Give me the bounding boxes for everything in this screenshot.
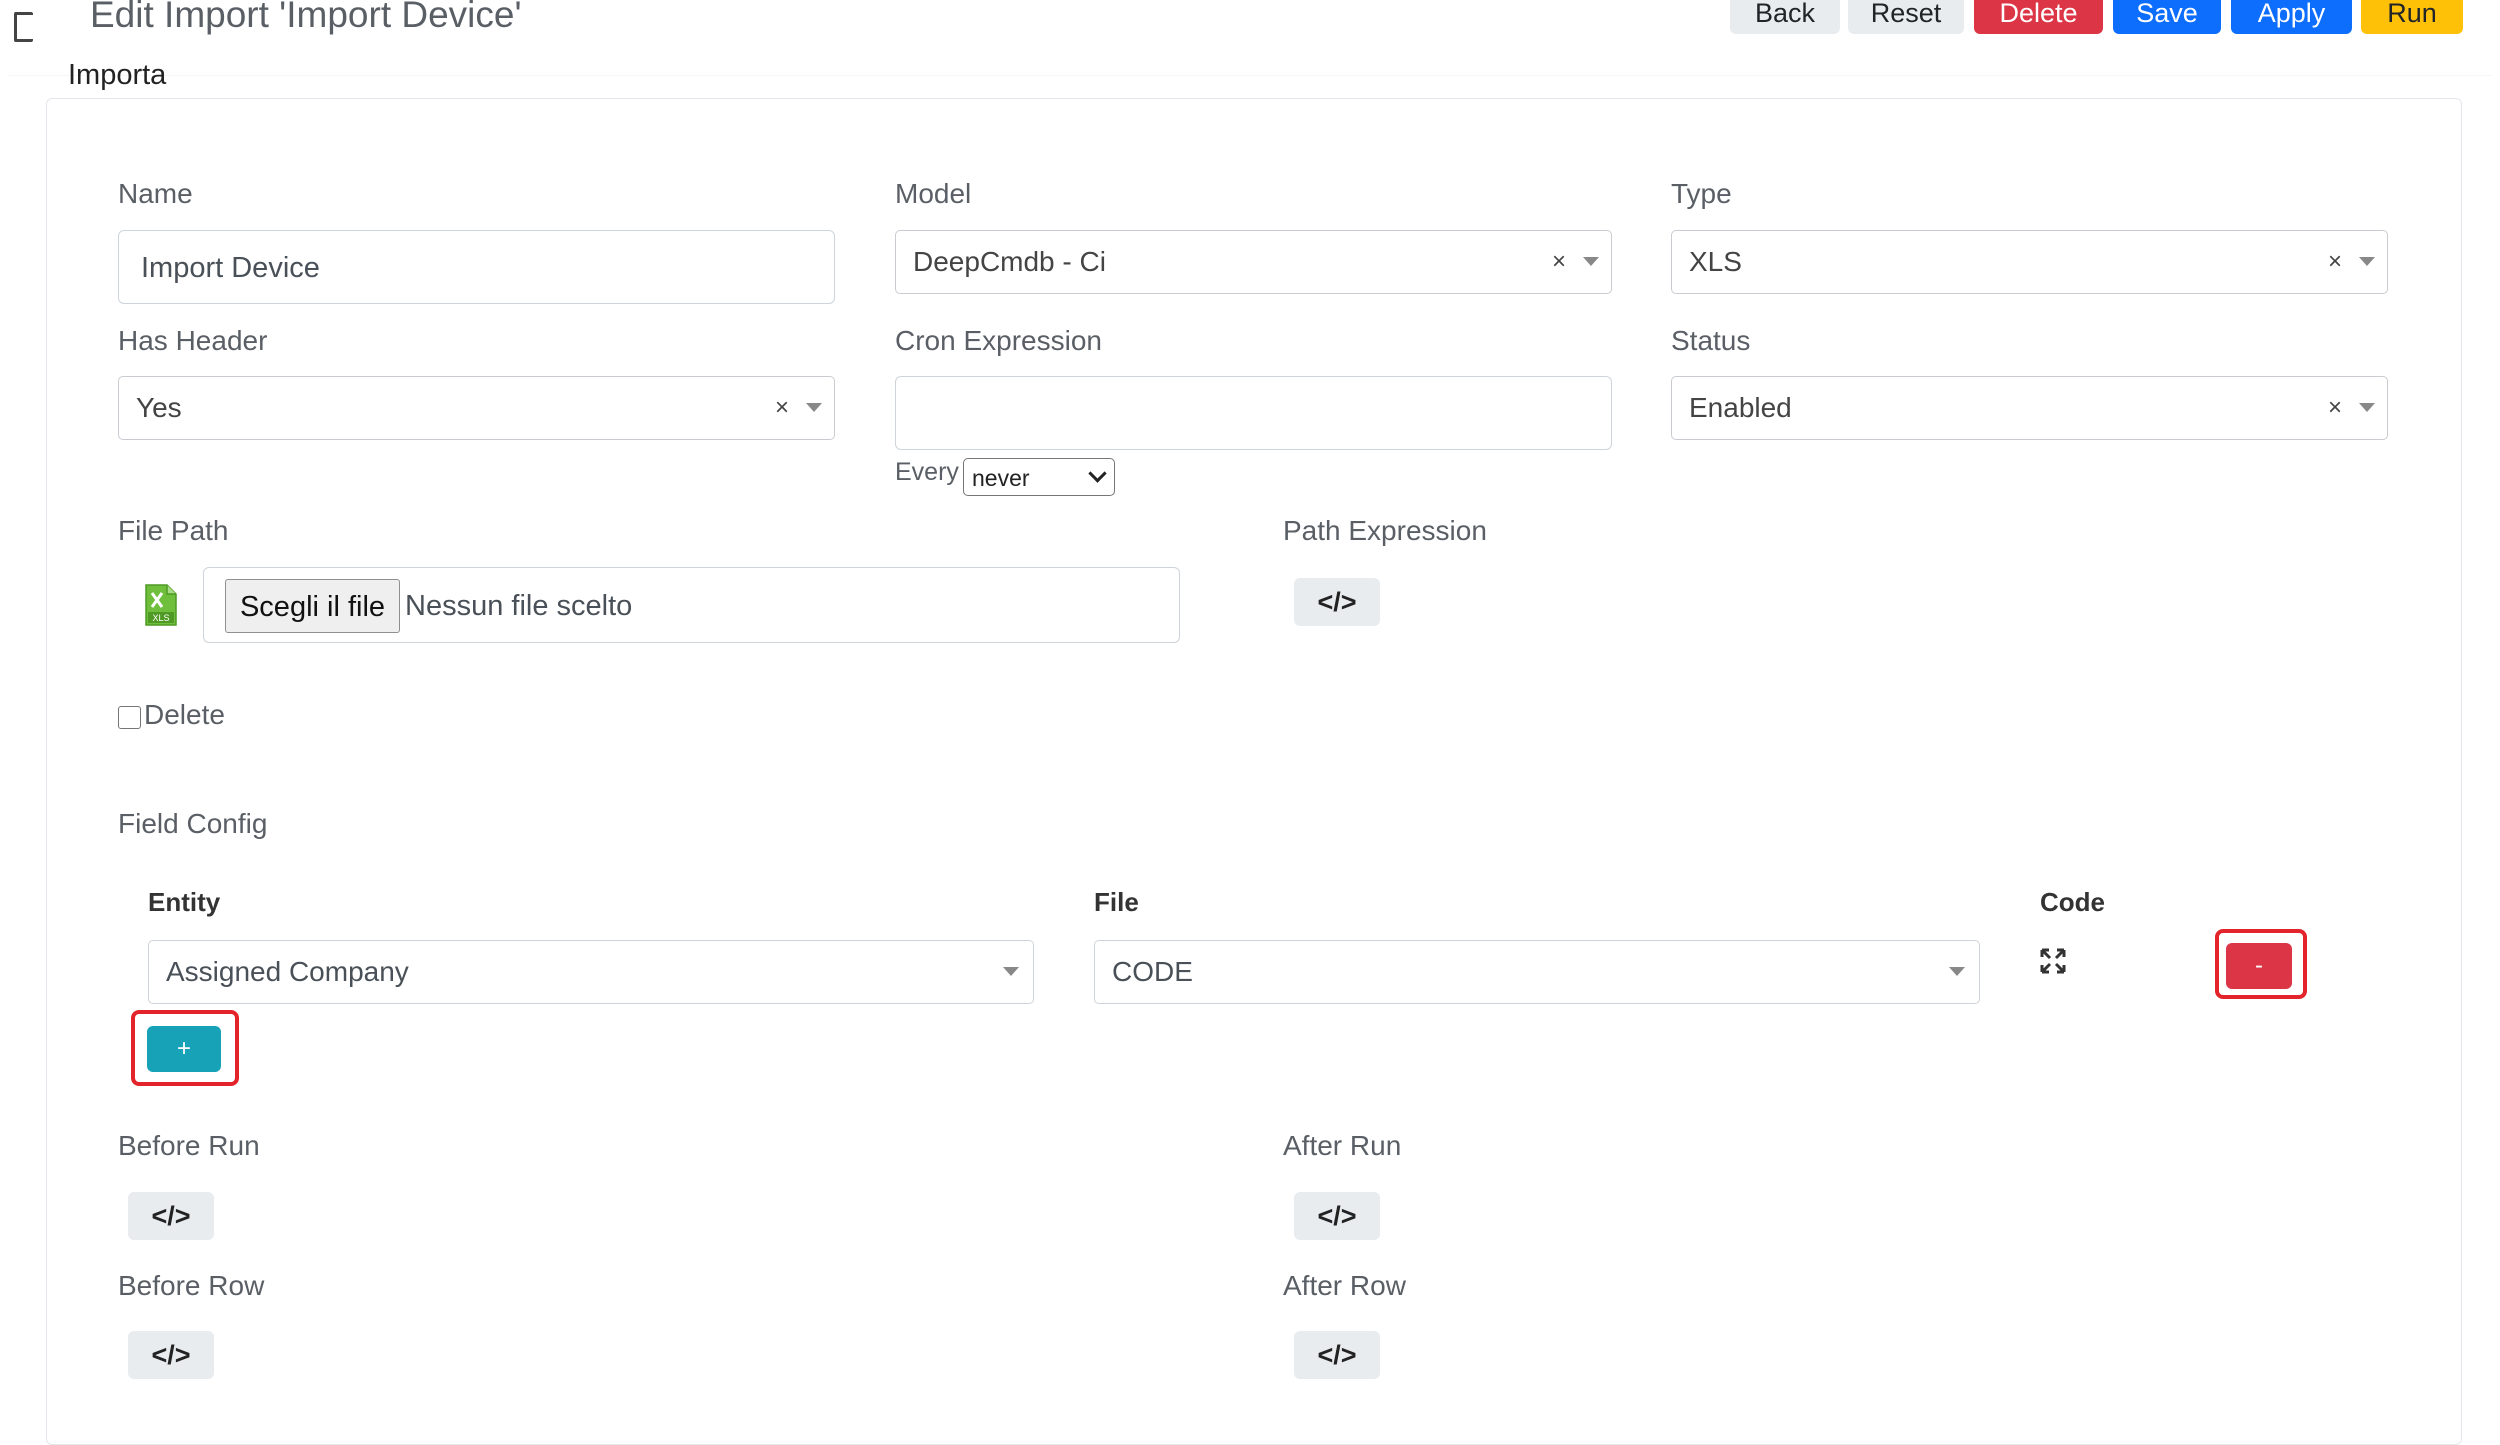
no-file-text: Nessun file scelto [405,590,633,622]
file-input[interactable]: Scegli il file Nessun file scelto [203,567,1180,643]
has-header-clear-icon[interactable]: × [775,377,789,439]
every-label: Every [895,458,959,486]
status-select-value: Enabled [1689,392,1792,423]
field-config-label: Field Config [118,808,268,839]
before-run-code-button[interactable]: </> [128,1192,214,1240]
has-header-select[interactable]: Yes × [118,376,835,440]
name-label: Name [118,178,193,209]
delete-checkbox-label: Delete [144,699,225,730]
after-row-code-button[interactable]: </> [1294,1331,1380,1379]
after-run-code-button[interactable]: </> [1294,1192,1380,1240]
expand-icon[interactable] [2039,947,2067,975]
file-column-dropdown-arrow-icon [1949,967,1965,976]
add-row-button[interactable]: + [147,1026,221,1072]
model-select-value: DeepCmdb - Ci [913,246,1106,277]
remove-row-button[interactable]: - [2226,943,2292,989]
file-column-select[interactable]: CODE [1094,940,1980,1004]
model-label: Model [895,178,972,209]
choose-file-button[interactable]: Scegli il file [225,579,400,633]
entity-select-value: Assigned Company [166,956,409,987]
status-select[interactable]: Enabled × [1671,376,2388,440]
file-column-header: File [1094,887,1139,917]
name-input[interactable]: Import Device [118,230,835,304]
entity-select[interactable]: Assigned Company [148,940,1034,1004]
window-icon [14,12,33,42]
save-button[interactable]: Save [2113,0,2221,34]
xls-file-icon: XLS [145,584,177,626]
path-expression-label: Path Expression [1283,515,1487,546]
before-row-label: Before Row [118,1270,265,1301]
file-path-label: File Path [118,515,229,546]
page-title: Edit Import 'Import Device' [90,0,522,35]
cron-expression-input[interactable] [895,376,1612,450]
before-row-code-button[interactable]: </> [128,1331,214,1379]
delete-button[interactable]: Delete [1974,0,2103,34]
section-title: Importa [68,59,167,91]
file-column-select-value: CODE [1112,956,1193,987]
has-header-label: Has Header [118,325,268,356]
chevron-down-icon [1088,464,1107,483]
model-select[interactable]: DeepCmdb - Ci × [895,230,1612,294]
type-select[interactable]: XLS × [1671,230,2388,294]
after-run-label: After Run [1283,1130,1402,1161]
apply-button[interactable]: Apply [2231,0,2352,34]
svg-text:XLS: XLS [152,613,169,623]
cron-expression-label: Cron Expression [895,325,1102,356]
code-column-header: Code [2040,887,2105,917]
status-label: Status [1671,325,1751,356]
type-label: Type [1671,178,1732,209]
every-select[interactable]: never [963,458,1115,496]
status-dropdown-arrow-icon[interactable] [2359,403,2375,412]
delete-checkbox[interactable] [118,706,141,729]
type-dropdown-arrow-icon[interactable] [2359,257,2375,266]
before-run-label: Before Run [118,1130,260,1161]
run-button[interactable]: Run [2361,0,2463,34]
type-select-value: XLS [1689,246,1742,277]
model-clear-icon[interactable]: × [1552,231,1566,293]
type-clear-icon[interactable]: × [2328,231,2342,293]
has-header-select-value: Yes [136,392,182,423]
back-button[interactable]: Back [1730,0,1840,34]
every-select-value: never [972,465,1030,491]
model-dropdown-arrow-icon[interactable] [1583,257,1599,266]
reset-button[interactable]: Reset [1848,0,1964,34]
status-clear-icon[interactable]: × [2328,377,2342,439]
has-header-dropdown-arrow-icon[interactable] [806,403,822,412]
entity-dropdown-arrow-icon [1003,967,1019,976]
path-expression-code-button[interactable]: </> [1294,578,1380,626]
entity-column-header: Entity [148,887,221,917]
after-row-label: After Row [1283,1270,1406,1301]
top-bar: Edit Import 'Import Device' Back Reset D… [0,0,2500,76]
